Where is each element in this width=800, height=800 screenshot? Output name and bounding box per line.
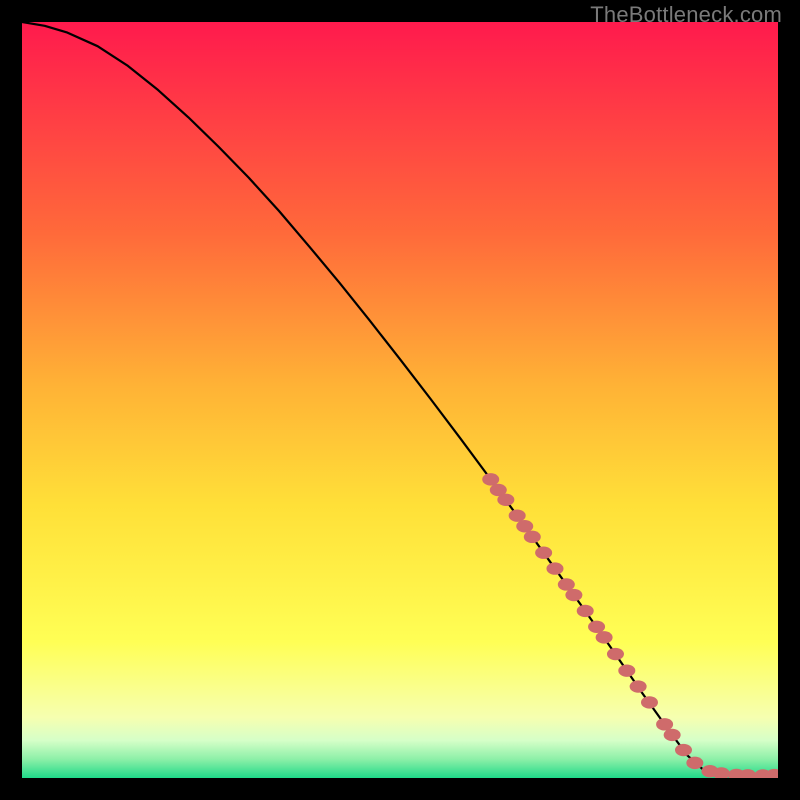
data-marker [588,621,605,633]
chart-stage: TheBottleneck.com [0,0,800,800]
chart-svg [22,22,778,778]
data-marker [618,664,635,676]
data-marker [509,509,526,521]
data-marker [686,757,703,769]
data-marker [482,473,499,485]
data-marker [497,494,514,506]
data-marker [656,718,673,730]
watermark-text: TheBottleneck.com [590,2,782,28]
data-marker [641,696,658,708]
data-marker [524,531,541,543]
plot-area [22,22,778,778]
data-marker [675,744,692,756]
gradient-background [22,22,778,778]
data-marker [664,729,681,741]
data-marker [565,589,582,601]
data-marker [607,648,624,660]
data-marker [516,520,533,532]
data-marker [630,680,647,692]
data-marker [535,547,552,559]
data-marker [546,562,563,574]
data-marker [558,578,575,590]
data-marker [596,631,613,643]
data-marker [577,605,594,617]
